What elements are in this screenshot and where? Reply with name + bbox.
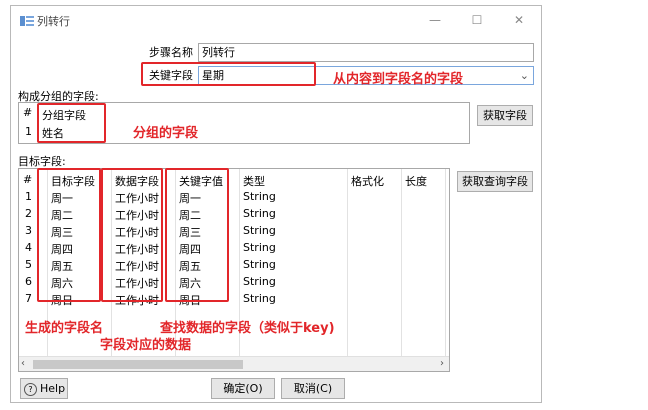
- help-label: Help: [40, 382, 66, 395]
- table-cell-type[interactable]: String: [243, 292, 276, 305]
- help-button[interactable]: ? Help: [20, 378, 68, 399]
- ok-button[interactable]: 确定(O): [211, 378, 275, 399]
- table-cell-type[interactable]: String: [243, 275, 276, 288]
- maximize-button[interactable]: ☐: [465, 11, 489, 29]
- key-field-highlight: [141, 62, 316, 86]
- step-name-input[interactable]: 列转行: [198, 43, 534, 62]
- transform-icon: [20, 16, 34, 26]
- help-icon: ?: [24, 382, 37, 396]
- data-column-highlight: [101, 168, 163, 302]
- group-row-number: 1: [25, 125, 32, 138]
- scrollbar-thumb[interactable]: [33, 360, 243, 369]
- keyvalue-column-highlight: [165, 168, 229, 302]
- cancel-button[interactable]: 取消(C): [281, 378, 345, 399]
- group-field-highlight: [37, 103, 106, 143]
- column-header-hash[interactable]: #: [23, 173, 32, 186]
- chevron-down-icon[interactable]: ⌄: [520, 67, 529, 84]
- target-column-highlight: [37, 168, 101, 302]
- table-cell-hash: 5: [25, 258, 32, 271]
- get-lookup-fields-button[interactable]: 获取查询字段: [457, 171, 533, 192]
- table-cell-hash: 2: [25, 207, 32, 220]
- group-field-note: 分组的字段: [133, 126, 199, 141]
- step-name-label: 步骤名称: [149, 46, 193, 59]
- window-title: 列转行: [37, 15, 70, 28]
- close-button[interactable]: ✕: [507, 11, 531, 29]
- column-separator: [401, 169, 402, 356]
- horizontal-scrollbar[interactable]: ‹ ›: [19, 356, 449, 371]
- table-cell-type[interactable]: String: [243, 207, 276, 220]
- column-header-type[interactable]: 类型: [243, 173, 265, 189]
- target-field-note: 生成的字段名: [25, 321, 104, 336]
- scroll-right-icon[interactable]: ›: [440, 358, 444, 369]
- data-field-note: 字段对应的数据: [100, 338, 192, 353]
- column-separator: [445, 169, 446, 356]
- table-cell-type[interactable]: String: [243, 224, 276, 237]
- target-section-title: 目标字段:: [18, 155, 66, 168]
- table-cell-hash: 1: [25, 190, 32, 203]
- table-cell-hash: 4: [25, 241, 32, 254]
- column-header-length[interactable]: 长度: [405, 173, 427, 189]
- table-cell-type[interactable]: String: [243, 241, 276, 254]
- scroll-left-icon[interactable]: ‹: [21, 358, 25, 369]
- key-field-note: 从内容到字段名的字段: [333, 72, 464, 87]
- keyvalue-field-note: 查找数据的字段（类似于key): [160, 321, 335, 336]
- minimize-button[interactable]: —: [423, 11, 447, 29]
- column-header-precision[interactable]: 精: [449, 173, 450, 189]
- get-fields-button[interactable]: 获取字段: [477, 105, 533, 126]
- title-bar: 列转行 — ☐ ✕: [11, 6, 541, 36]
- table-cell-hash: 6: [25, 275, 32, 288]
- column-separator: [347, 169, 348, 356]
- column-header-format[interactable]: 格式化: [351, 173, 384, 189]
- table-cell-hash: 3: [25, 224, 32, 237]
- group-hash-header: #: [23, 106, 33, 119]
- table-cell-type[interactable]: String: [243, 258, 276, 271]
- table-cell-hash: 7: [25, 292, 32, 305]
- table-cell-type[interactable]: String: [243, 190, 276, 203]
